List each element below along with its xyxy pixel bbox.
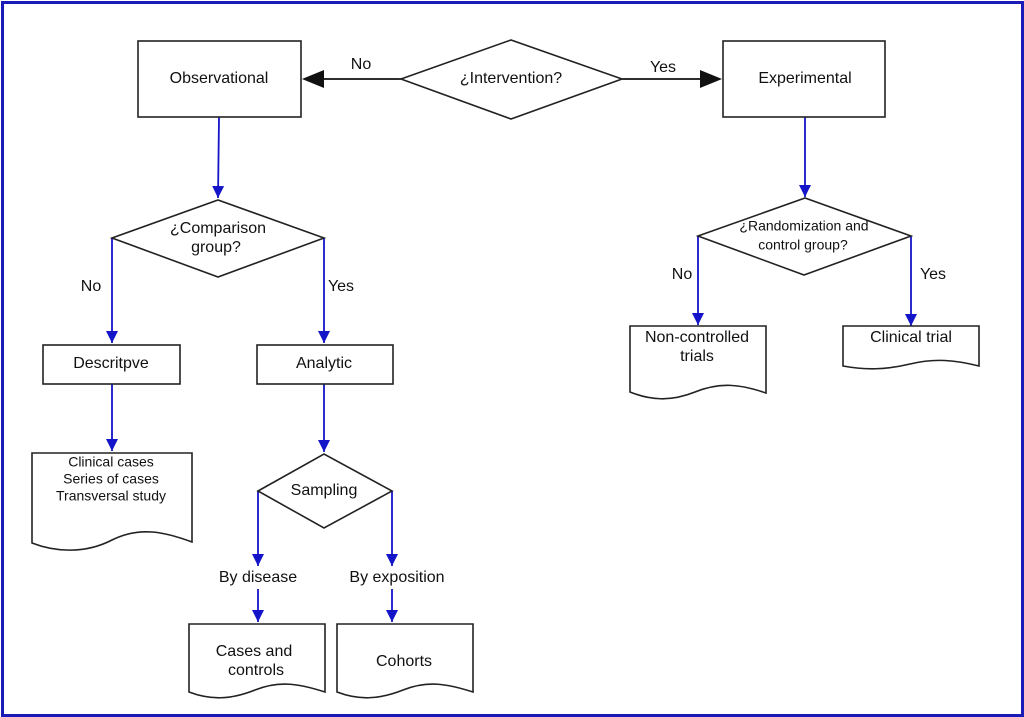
- node-analytic[interactable]: Analytic: [256, 344, 394, 385]
- edge-label-yes: Yes: [920, 266, 946, 283]
- node-descriptive-docs[interactable]: Clinical cases Series of cases Transvers…: [31, 452, 193, 551]
- edge-label-yes: Yes: [328, 278, 354, 295]
- edge-label-no: No: [81, 278, 102, 295]
- node-label: Sampling: [291, 482, 358, 499]
- node-non-controlled[interactable]: Non-controlled trials: [629, 325, 767, 400]
- node-label-line-2: Series of cases: [63, 471, 159, 487]
- node-label-line-2: trials: [680, 348, 714, 365]
- node-label-line-2: group?: [191, 239, 241, 256]
- node-label-line-2: control group?: [758, 237, 848, 253]
- edge-label-no: No: [672, 266, 693, 283]
- node-cohorts[interactable]: Cohorts: [336, 623, 474, 699]
- node-label-line-1: Non-controlled: [645, 329, 749, 346]
- node-experimental[interactable]: Experimental: [722, 40, 886, 118]
- arrowhead-experimental: [700, 70, 722, 88]
- edge-label-no: No: [351, 56, 372, 73]
- node-label-line-3: Transversal study: [56, 488, 166, 504]
- edge-label-by-disease: By disease: [219, 569, 297, 586]
- arrowhead-observational: [302, 70, 324, 88]
- node-label: Experimental: [758, 70, 851, 87]
- node-clinical-trial[interactable]: Clinical trial: [842, 325, 980, 370]
- node-label: Descritpve: [73, 355, 149, 372]
- node-randomization[interactable]: ¿Randomization and control group?: [695, 197, 914, 276]
- edges: [106, 70, 917, 622]
- node-intervention[interactable]: ¿Intervention?: [398, 39, 625, 120]
- node-cases-controls[interactable]: Cases and controls: [188, 623, 326, 699]
- node-comparison[interactable]: ¿Comparison group?: [109, 199, 327, 278]
- node-observational[interactable]: Observational: [137, 40, 302, 118]
- node-label: Analytic: [296, 355, 352, 372]
- edge-label-yes: Yes: [650, 59, 676, 76]
- node-label: Clinical trial: [870, 329, 952, 346]
- node-label-line-1: Clinical cases: [68, 454, 154, 470]
- node-label: Cohorts: [376, 653, 432, 670]
- node-label-line-1: Cases and: [216, 643, 293, 660]
- edge-observational-comparison: [212, 116, 225, 199]
- node-label: Observational: [170, 70, 269, 87]
- node-sampling[interactable]: Sampling: [256, 453, 394, 529]
- node-label-line-1: ¿Randomization and: [739, 218, 868, 234]
- node-descriptive[interactable]: Descritpve: [42, 344, 181, 385]
- node-label-line-1: ¿Comparison: [170, 220, 266, 237]
- edge-labels: No Yes No Yes No Yes By disease By expos…: [81, 56, 946, 586]
- flowchart: No Yes No Yes No Yes By disease By expos…: [31, 39, 980, 699]
- node-label: ¿Intervention?: [460, 70, 562, 87]
- edge-label-by-exposition: By exposition: [349, 569, 444, 586]
- node-label-line-2: controls: [228, 662, 284, 679]
